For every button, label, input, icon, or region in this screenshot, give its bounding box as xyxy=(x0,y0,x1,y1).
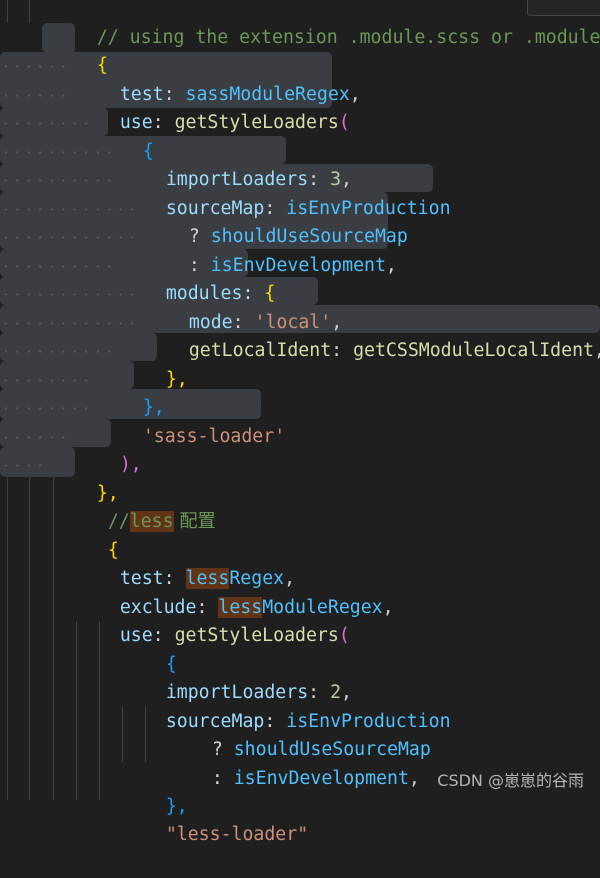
whitespace-markers xyxy=(0,252,115,281)
code-editor[interactable]: // using the extension .module.scss or .… xyxy=(0,0,600,845)
watermark: CSDN @崽崽的谷雨 xyxy=(437,771,584,790)
punct: , xyxy=(349,83,361,105)
punct: , xyxy=(385,254,397,276)
property-value: isEnvDevelopment xyxy=(233,767,409,789)
code-line: { xyxy=(64,508,119,561)
code-line: 'sass-loader' xyxy=(99,394,285,447)
comment: // using the extension .module.scss or .… xyxy=(96,26,600,48)
string-value: 'sass-loader' xyxy=(142,425,286,447)
whitespace-markers xyxy=(0,337,115,366)
whitespace-markers xyxy=(0,309,138,338)
indent-guide xyxy=(29,0,30,23)
whitespace-markers xyxy=(0,423,69,452)
whitespace-markers xyxy=(0,366,92,395)
code-line: modules: { xyxy=(165,282,276,304)
punct: , xyxy=(382,596,394,618)
punct: , xyxy=(594,340,600,361)
code-line: { xyxy=(99,109,154,162)
closing-brace: }, xyxy=(165,368,188,390)
whitespace-markers xyxy=(0,394,92,423)
code-line: }, xyxy=(122,764,188,817)
code-line: sourceMap: isEnvProduction xyxy=(165,197,451,219)
code-line: }, xyxy=(53,451,119,504)
find-widget[interactable] xyxy=(527,0,600,16)
whitespace-markers xyxy=(0,166,115,195)
code-line: importLoaders: 2, xyxy=(165,681,352,703)
code-line: use: getStyleLoaders( xyxy=(119,624,350,646)
property-key: getLocalIdent xyxy=(188,339,332,361)
whitespace-markers xyxy=(0,223,138,252)
string-value: "less-loader" xyxy=(165,823,309,845)
code-line: { xyxy=(122,622,177,675)
comment-text: 配置 xyxy=(173,510,216,532)
indent-guide xyxy=(7,477,8,800)
indent-guide xyxy=(7,0,8,23)
punct: , xyxy=(408,767,420,789)
closing-paren: ), xyxy=(119,453,142,475)
code-line: ), xyxy=(76,422,142,475)
indent-guide xyxy=(29,477,30,800)
code-line: }, xyxy=(122,337,188,390)
code-line: ? shouldUseSourceMap xyxy=(168,707,431,760)
code-line: importLoaders: 3, xyxy=(165,168,352,190)
paren: ( xyxy=(338,111,350,133)
whitespace-markers xyxy=(0,451,46,480)
code-line: test: lessRegex, xyxy=(119,567,296,589)
code-line: { xyxy=(53,23,108,76)
code-line: getLocalIdent: getCSSModuleLocalIdent, xyxy=(145,308,600,361)
code-line: use: getStyleLoaders( xyxy=(119,111,350,133)
code-line: }, xyxy=(99,365,165,418)
paren: ( xyxy=(338,624,350,646)
code-line: ? shouldUseSourceMap xyxy=(145,194,408,247)
operator: : xyxy=(211,767,223,789)
function-name: getCSSModuleLocalIdent xyxy=(353,339,594,361)
code-line: test: sassModuleRegex, xyxy=(119,83,361,105)
code-line: "less-loader" xyxy=(122,792,308,845)
code-line: exclude: lessModuleRegex, xyxy=(119,596,394,618)
code-line: : isEnvDevelopment, xyxy=(168,736,420,789)
code-line: //less 配置 xyxy=(64,479,216,532)
code-line: // using the extension .module.scss or .… xyxy=(53,0,600,48)
function-name: getStyleLoaders xyxy=(174,624,339,646)
whitespace-markers xyxy=(0,280,138,309)
search-match: less xyxy=(129,510,174,532)
code-line: mode: 'local', xyxy=(188,311,343,333)
code-line: : isEnvDevelopment, xyxy=(145,223,397,276)
whitespace-markers xyxy=(0,195,138,224)
code-line: sourceMap: isEnvProduction xyxy=(165,710,451,732)
function-name: getStyleLoaders xyxy=(174,111,339,133)
